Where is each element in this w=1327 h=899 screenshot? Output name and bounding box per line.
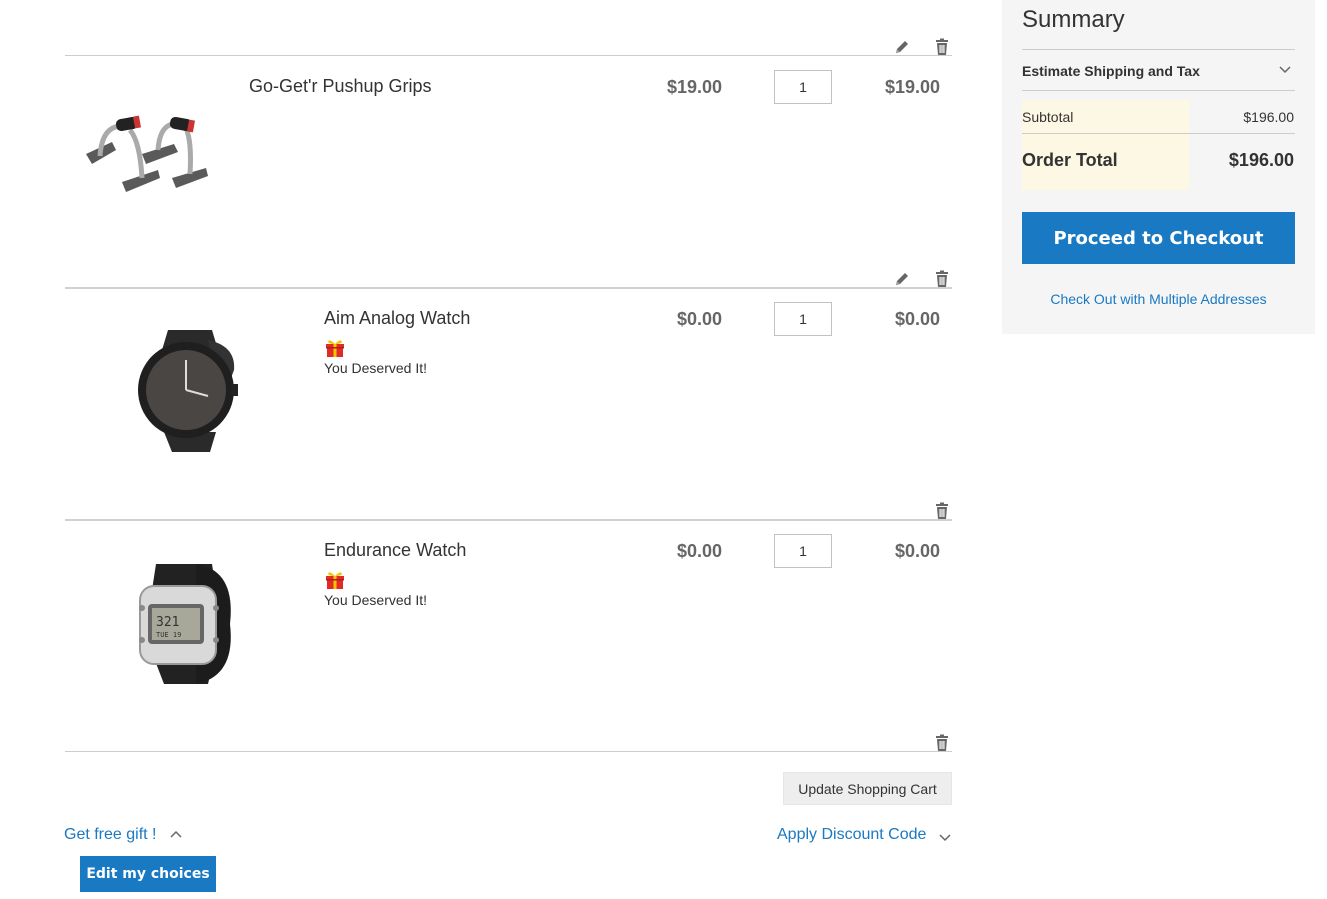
trash-icon[interactable] bbox=[933, 38, 951, 56]
gift-label: You Deserved It! bbox=[324, 360, 427, 376]
summary-title: Summary bbox=[1022, 6, 1125, 33]
quantity-input[interactable] bbox=[774, 534, 832, 568]
digital-watch-image: 321 TUE 19 bbox=[139, 564, 231, 684]
estimate-shipping-toggle[interactable]: Estimate Shipping and Tax bbox=[1022, 50, 1295, 90]
chevron-down-icon bbox=[939, 833, 951, 841]
free-gift-link[interactable]: Get free gift ! bbox=[64, 826, 156, 844]
discount-toggle[interactable]: Apply Discount Code bbox=[777, 826, 951, 844]
item-subtotal: $0.00 bbox=[894, 541, 940, 561]
svg-text:321: 321 bbox=[156, 615, 179, 630]
item-price: $0.00 bbox=[676, 309, 722, 329]
edit-choices-button[interactable]: Edit my choices bbox=[80, 856, 216, 892]
pencil-icon[interactable] bbox=[893, 38, 911, 56]
item-price: $0.00 bbox=[676, 541, 722, 561]
chevron-up-icon bbox=[170, 830, 183, 838]
trash-icon[interactable] bbox=[933, 502, 951, 520]
cart-divider bbox=[65, 287, 952, 289]
multi-address-checkout-link[interactable]: Check Out with Multiple Addresses bbox=[1022, 291, 1295, 307]
item-subtotal: $0.00 bbox=[894, 309, 940, 329]
item-subtotal: $19.00 bbox=[884, 77, 940, 97]
summary-divider bbox=[1022, 90, 1295, 91]
order-total-value: $196.00 bbox=[1228, 150, 1294, 170]
gift-icon bbox=[326, 572, 344, 589]
trash-icon[interactable] bbox=[933, 734, 951, 752]
subtotal-value: $196.00 bbox=[1243, 109, 1294, 125]
analog-watch-image bbox=[138, 330, 238, 452]
product-name[interactable]: Go-Get'r Pushup Grips bbox=[249, 76, 432, 97]
update-cart-button[interactable]: Update Shopping Cart bbox=[783, 772, 952, 805]
pushup-grips-image bbox=[86, 115, 208, 192]
trash-icon[interactable] bbox=[933, 270, 951, 288]
gift-icon bbox=[326, 340, 344, 357]
apply-discount-link[interactable]: Apply Discount Code bbox=[777, 826, 926, 844]
pencil-icon[interactable] bbox=[893, 270, 911, 288]
order-total-label: Order Total bbox=[1022, 150, 1118, 170]
cart-divider bbox=[65, 751, 952, 752]
quantity-input[interactable] bbox=[774, 302, 832, 336]
cart-divider bbox=[65, 519, 952, 521]
estimate-shipping-label: Estimate Shipping and Tax bbox=[1022, 63, 1200, 79]
free-gift-toggle[interactable]: Get free gift ! bbox=[64, 826, 183, 844]
order-summary: Summary Estimate Shipping and Tax Subtot… bbox=[1002, 0, 1315, 334]
chevron-down-icon bbox=[1279, 66, 1291, 74]
svg-text:TUE 19: TUE 19 bbox=[156, 631, 181, 639]
product-name[interactable]: Endurance Watch bbox=[324, 540, 466, 561]
gift-label: You Deserved It! bbox=[324, 592, 427, 608]
proceed-to-checkout-button[interactable]: Proceed to Checkout bbox=[1022, 212, 1295, 264]
item-price: $19.00 bbox=[666, 77, 722, 97]
subtotal-label: Subtotal bbox=[1022, 109, 1074, 125]
summary-divider bbox=[1022, 133, 1295, 134]
cart-divider bbox=[65, 55, 952, 56]
quantity-input[interactable] bbox=[774, 70, 832, 104]
product-name[interactable]: Aim Analog Watch bbox=[324, 308, 470, 329]
